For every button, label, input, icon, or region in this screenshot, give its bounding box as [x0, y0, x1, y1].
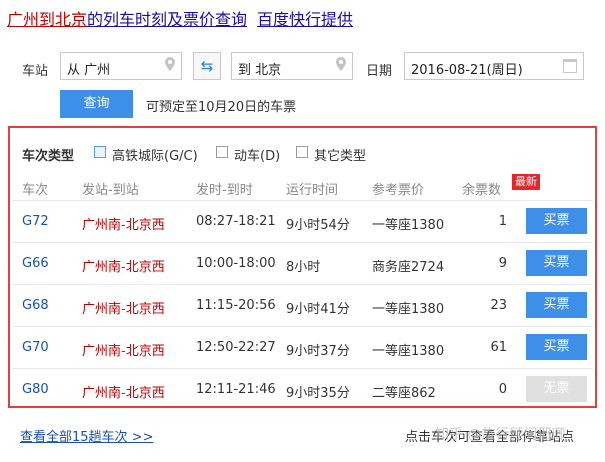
route: 广州南-北京西 — [82, 386, 165, 401]
new-badge: 最新 — [512, 174, 540, 190]
date-value: 2016-08-21(周日) — [411, 63, 523, 78]
header-stations: 发站-到站 — [82, 183, 139, 198]
duration: 8小时 — [286, 260, 321, 275]
view-all-trains-link[interactable]: 查看全部15趟车次 >> — [20, 426, 153, 445]
price: 一等座1380 — [372, 302, 445, 317]
calendar-icon — [563, 59, 577, 73]
table-row: G72 广州南-北京西 08:27-18:21 9小时54分 一等座1380 1… — [12, 200, 593, 242]
to-prefix: 到 — [238, 63, 252, 78]
price: 一等座1380 — [372, 344, 445, 359]
train-number[interactable]: G68 — [22, 298, 49, 313]
checkbox-other[interactable] — [296, 146, 308, 158]
remaining-count: 0 — [498, 382, 507, 397]
results-panel: 车次类型 高铁城际(G/C) 动车(D) 其它类型 车次 发站-到站 发时-到时… — [8, 126, 597, 408]
price: 二等座862 — [372, 386, 436, 401]
route: 广州南-北京西 — [82, 344, 165, 359]
train-number[interactable]: G70 — [22, 340, 49, 355]
from-value: 广州 — [84, 63, 111, 78]
query-button[interactable]: 查询 — [60, 90, 133, 118]
train-number[interactable]: G80 — [22, 382, 49, 397]
search-bar: 车站 从 广州 ⇆ 到 北京 日期 2016-08-21(周日) — [0, 52, 605, 84]
title-route[interactable]: 广州到北京 — [7, 10, 87, 29]
depart-arrive-time: 12:50-22:27 — [196, 340, 276, 355]
header-remaining: 余票数 — [462, 183, 502, 198]
remaining-count: 1 — [498, 214, 507, 229]
remaining-count: 9 — [498, 256, 507, 271]
filter-option-other[interactable]: 其它类型 — [314, 145, 366, 164]
filter-option-gaotie[interactable]: 高铁城际(G/C) — [112, 145, 198, 164]
header-duration: 运行时间 — [286, 183, 339, 198]
depart-arrive-time: 08:27-18:21 — [196, 214, 276, 229]
from-station-input[interactable]: 从 广州 — [60, 52, 182, 80]
route: 广州南-北京西 — [82, 302, 165, 317]
depart-arrive-time: 12:11-21:46 — [196, 382, 276, 397]
title-brand[interactable]: 百度快行提供 — [257, 10, 353, 29]
depart-arrive-time: 10:00-18:00 — [196, 256, 276, 271]
price: 一等座1380 — [372, 218, 445, 233]
header-train: 车次 — [22, 183, 49, 198]
checkbox-dongche[interactable] — [216, 146, 228, 158]
duration: 9小时37分 — [286, 344, 350, 359]
swap-icon: ⇆ — [200, 57, 214, 75]
to-station-input[interactable]: 到 北京 — [231, 52, 353, 80]
train-number[interactable]: G66 — [22, 256, 49, 271]
location-pin-icon — [165, 57, 175, 71]
remaining-count: 23 — [490, 298, 507, 313]
from-prefix: 从 — [67, 63, 81, 78]
header-price: 参考票价 — [372, 183, 425, 198]
remaining-count: 61 — [490, 340, 507, 355]
buy-ticket-button[interactable]: 买票 — [526, 208, 587, 234]
header-times: 发时-到时 — [196, 183, 253, 198]
filter-label: 车次类型 — [22, 149, 75, 164]
table-row: G80 广州南-北京西 12:11-21:46 9小时35分 二等座862 0 … — [12, 368, 593, 410]
buy-ticket-button[interactable]: 买票 — [526, 250, 587, 276]
duration: 9小时41分 — [286, 302, 350, 317]
depart-arrive-time: 11:15-20:56 — [196, 298, 276, 313]
price: 商务座2724 — [372, 260, 445, 275]
checkbox-gaotie[interactable] — [94, 146, 106, 158]
buy-ticket-button[interactable]: 买票 — [526, 334, 587, 360]
date-input[interactable]: 2016-08-21(周日) — [404, 52, 584, 80]
filter-option-dongche[interactable]: 动车(D) — [234, 145, 280, 164]
to-value: 北京 — [255, 63, 282, 78]
table-row: G68 广州南-北京西 11:15-20:56 9小时41分 一等座1380 2… — [12, 284, 593, 326]
swap-stations-button[interactable]: ⇆ — [193, 52, 221, 80]
table-row: G66 广州南-北京西 10:00-18:00 8小时 商务座2724 9 买票 — [12, 242, 593, 284]
station-label: 车站 — [22, 64, 49, 79]
page-title[interactable]: 广州到北京的列车时刻及票价查询 百度快行提供 — [7, 6, 353, 30]
train-number[interactable]: G72 — [22, 214, 49, 229]
table-row: G70 广州南-北京西 12:50-22:27 9小时37分 一等座1380 6… — [12, 326, 593, 368]
route: 广州南-北京西 — [82, 260, 165, 275]
route: 广州南-北京西 — [82, 218, 165, 233]
duration: 9小时35分 — [286, 386, 350, 401]
title-text[interactable]: 的列车时刻及票价查询 — [87, 10, 247, 29]
date-label: 日期 — [366, 64, 393, 79]
watermark: 知乎 @旅行顾问邢卿 — [435, 427, 566, 443]
location-pin-icon — [336, 57, 346, 71]
booking-note: 可预定至10月20日的车票 — [146, 100, 297, 115]
duration: 9小时54分 — [286, 218, 350, 233]
buy-ticket-button[interactable]: 买票 — [526, 292, 587, 318]
sold-out-button: 无票 — [526, 376, 587, 402]
